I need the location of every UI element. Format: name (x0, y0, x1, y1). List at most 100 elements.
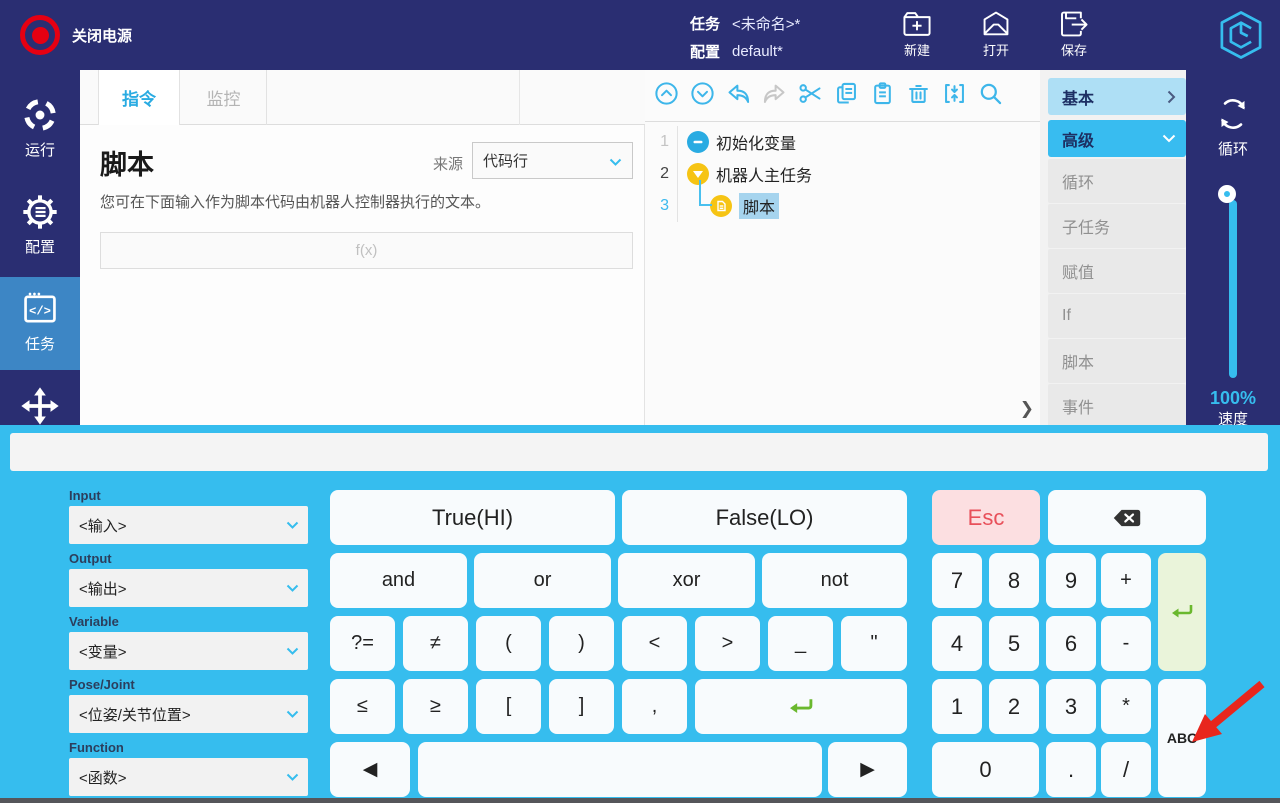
key-space[interactable] (418, 742, 822, 797)
key-paren-close[interactable]: ) (549, 616, 614, 671)
key-cursor-right[interactable]: ▶ (828, 742, 907, 797)
panel-expand-chevron[interactable]: ❯ (1020, 399, 1034, 419)
key-period[interactable]: . (1046, 742, 1096, 797)
enter-arrow-icon (787, 696, 815, 718)
key-slash[interactable]: / (1101, 742, 1151, 797)
key-assign-eq[interactable]: ?= (330, 616, 395, 671)
key-abc-switch[interactable]: ABC (1158, 679, 1206, 797)
key-or[interactable]: or (474, 553, 611, 608)
key-greater-equal[interactable]: ≥ (403, 679, 468, 734)
tab-instruction[interactable]: 指令 (98, 70, 180, 125)
key-quote[interactable]: " (841, 616, 907, 671)
main-tab-strip: 指令 监控 (80, 70, 645, 125)
key-comma[interactable]: , (622, 679, 687, 734)
tab-monitor[interactable]: 监控 (181, 70, 267, 125)
move-up-icon[interactable] (653, 80, 680, 112)
tree-row[interactable]: 1 初始化变量 (645, 126, 1040, 158)
key-less-than[interactable]: < (622, 616, 687, 671)
move-down-icon[interactable] (689, 80, 716, 112)
keyboard-text-input[interactable] (10, 433, 1268, 471)
sidebar-item-move[interactable] (0, 385, 80, 427)
search-icon[interactable] (977, 80, 1004, 112)
key-not[interactable]: not (762, 553, 907, 608)
power-button-icon[interactable] (20, 15, 60, 55)
input-selector[interactable]: <输入> (69, 506, 308, 544)
advanced-category-button[interactable]: 高级 (1048, 120, 1186, 157)
output-selector[interactable]: <输出> (69, 569, 308, 607)
speed-slider-track[interactable] (1229, 200, 1237, 378)
open-button[interactable]: 打开 (968, 9, 1024, 59)
key-not-equal[interactable]: ≠ (403, 616, 468, 671)
basic-category-button[interactable]: 基本 (1048, 78, 1186, 115)
loop-mode-icon[interactable] (1213, 94, 1253, 139)
new-file-icon (889, 9, 945, 39)
instruction-item-script[interactable]: 脚本 (1048, 339, 1186, 383)
key-4[interactable]: 4 (932, 616, 982, 671)
line-number: 2 (645, 165, 677, 183)
key-and[interactable]: and (330, 553, 467, 608)
line-number: 3 (645, 197, 677, 215)
key-bracket-open[interactable]: [ (476, 679, 541, 734)
speed-value: 100% (1186, 388, 1280, 409)
instruction-panel: 基本 高级 循环 子任务 赋值 If 脚本 事件 (1048, 78, 1186, 429)
key-enter[interactable] (695, 679, 907, 734)
redo-icon[interactable] (761, 80, 788, 112)
task-label: 任务 (690, 13, 732, 34)
key-xor[interactable]: xor (618, 553, 755, 608)
instruction-item-if[interactable]: If (1048, 294, 1186, 338)
source-select[interactable]: 代码行 (472, 142, 633, 179)
collapse-icon[interactable] (941, 80, 968, 112)
chevron-down-icon (286, 710, 299, 719)
key-cursor-left[interactable]: ◀ (330, 742, 410, 797)
undo-icon[interactable] (725, 80, 752, 112)
page-title: 脚本 (100, 143, 154, 182)
config-label: 配置 (690, 41, 732, 62)
paste-icon[interactable] (869, 80, 896, 112)
key-7[interactable]: 7 (932, 553, 982, 608)
instruction-item-loop[interactable]: 循环 (1048, 159, 1186, 203)
tree-row-selected[interactable]: 3 脚本 (645, 190, 1040, 222)
key-9[interactable]: 9 (1046, 553, 1096, 608)
power-dot (32, 27, 49, 44)
cut-icon[interactable] (797, 80, 824, 112)
tree-node-label: 脚本 (739, 193, 779, 219)
key-plus[interactable]: + (1101, 553, 1151, 608)
instruction-item-assign[interactable]: 赋值 (1048, 249, 1186, 293)
key-0[interactable]: 0 (932, 742, 1039, 797)
key-6[interactable]: 6 (1046, 616, 1096, 671)
delete-icon[interactable] (905, 80, 932, 112)
key-true[interactable]: True(HI) (330, 490, 615, 545)
key-8[interactable]: 8 (989, 553, 1039, 608)
sidebar-item-run[interactable]: 运行 (0, 95, 80, 160)
key-greater-than[interactable]: > (695, 616, 760, 671)
tree-connector (699, 180, 712, 206)
key-2[interactable]: 2 (989, 679, 1039, 734)
key-paren-open[interactable]: ( (476, 616, 541, 671)
key-underscore[interactable]: _ (768, 616, 833, 671)
new-button[interactable]: 新建 (889, 9, 945, 59)
key-5[interactable]: 5 (989, 616, 1039, 671)
sidebar-item-config[interactable]: 配置 (0, 192, 80, 257)
speed-slider-knob[interactable] (1218, 185, 1236, 203)
instruction-item-event[interactable]: 事件 (1048, 384, 1186, 428)
task-value: <未命名>* (732, 13, 800, 34)
key-minus[interactable]: - (1101, 616, 1151, 671)
save-button[interactable]: 保存 (1046, 9, 1102, 59)
variable-selector[interactable]: <变量> (69, 632, 308, 670)
key-1[interactable]: 1 (932, 679, 982, 734)
script-expression-input[interactable] (100, 232, 633, 269)
key-asterisk[interactable]: * (1101, 679, 1151, 734)
key-false[interactable]: False(LO) (622, 490, 907, 545)
key-esc[interactable]: Esc (932, 490, 1040, 545)
pose-selector[interactable]: <位姿/关节位置> (69, 695, 308, 733)
script-description: 您可在下面输入作为脚本代码由机器人控制器执行的文本。 (100, 191, 490, 212)
key-bracket-close[interactable]: ] (549, 679, 614, 734)
instruction-item-subtask[interactable]: 子任务 (1048, 204, 1186, 248)
function-selector[interactable]: <函数> (69, 758, 308, 796)
copy-icon[interactable] (833, 80, 860, 112)
sidebar-item-task[interactable]: </> 任务 (0, 289, 80, 354)
key-numpad-enter[interactable] (1158, 553, 1206, 671)
key-backspace[interactable] (1048, 490, 1206, 545)
key-less-equal[interactable]: ≤ (330, 679, 395, 734)
key-3[interactable]: 3 (1046, 679, 1096, 734)
